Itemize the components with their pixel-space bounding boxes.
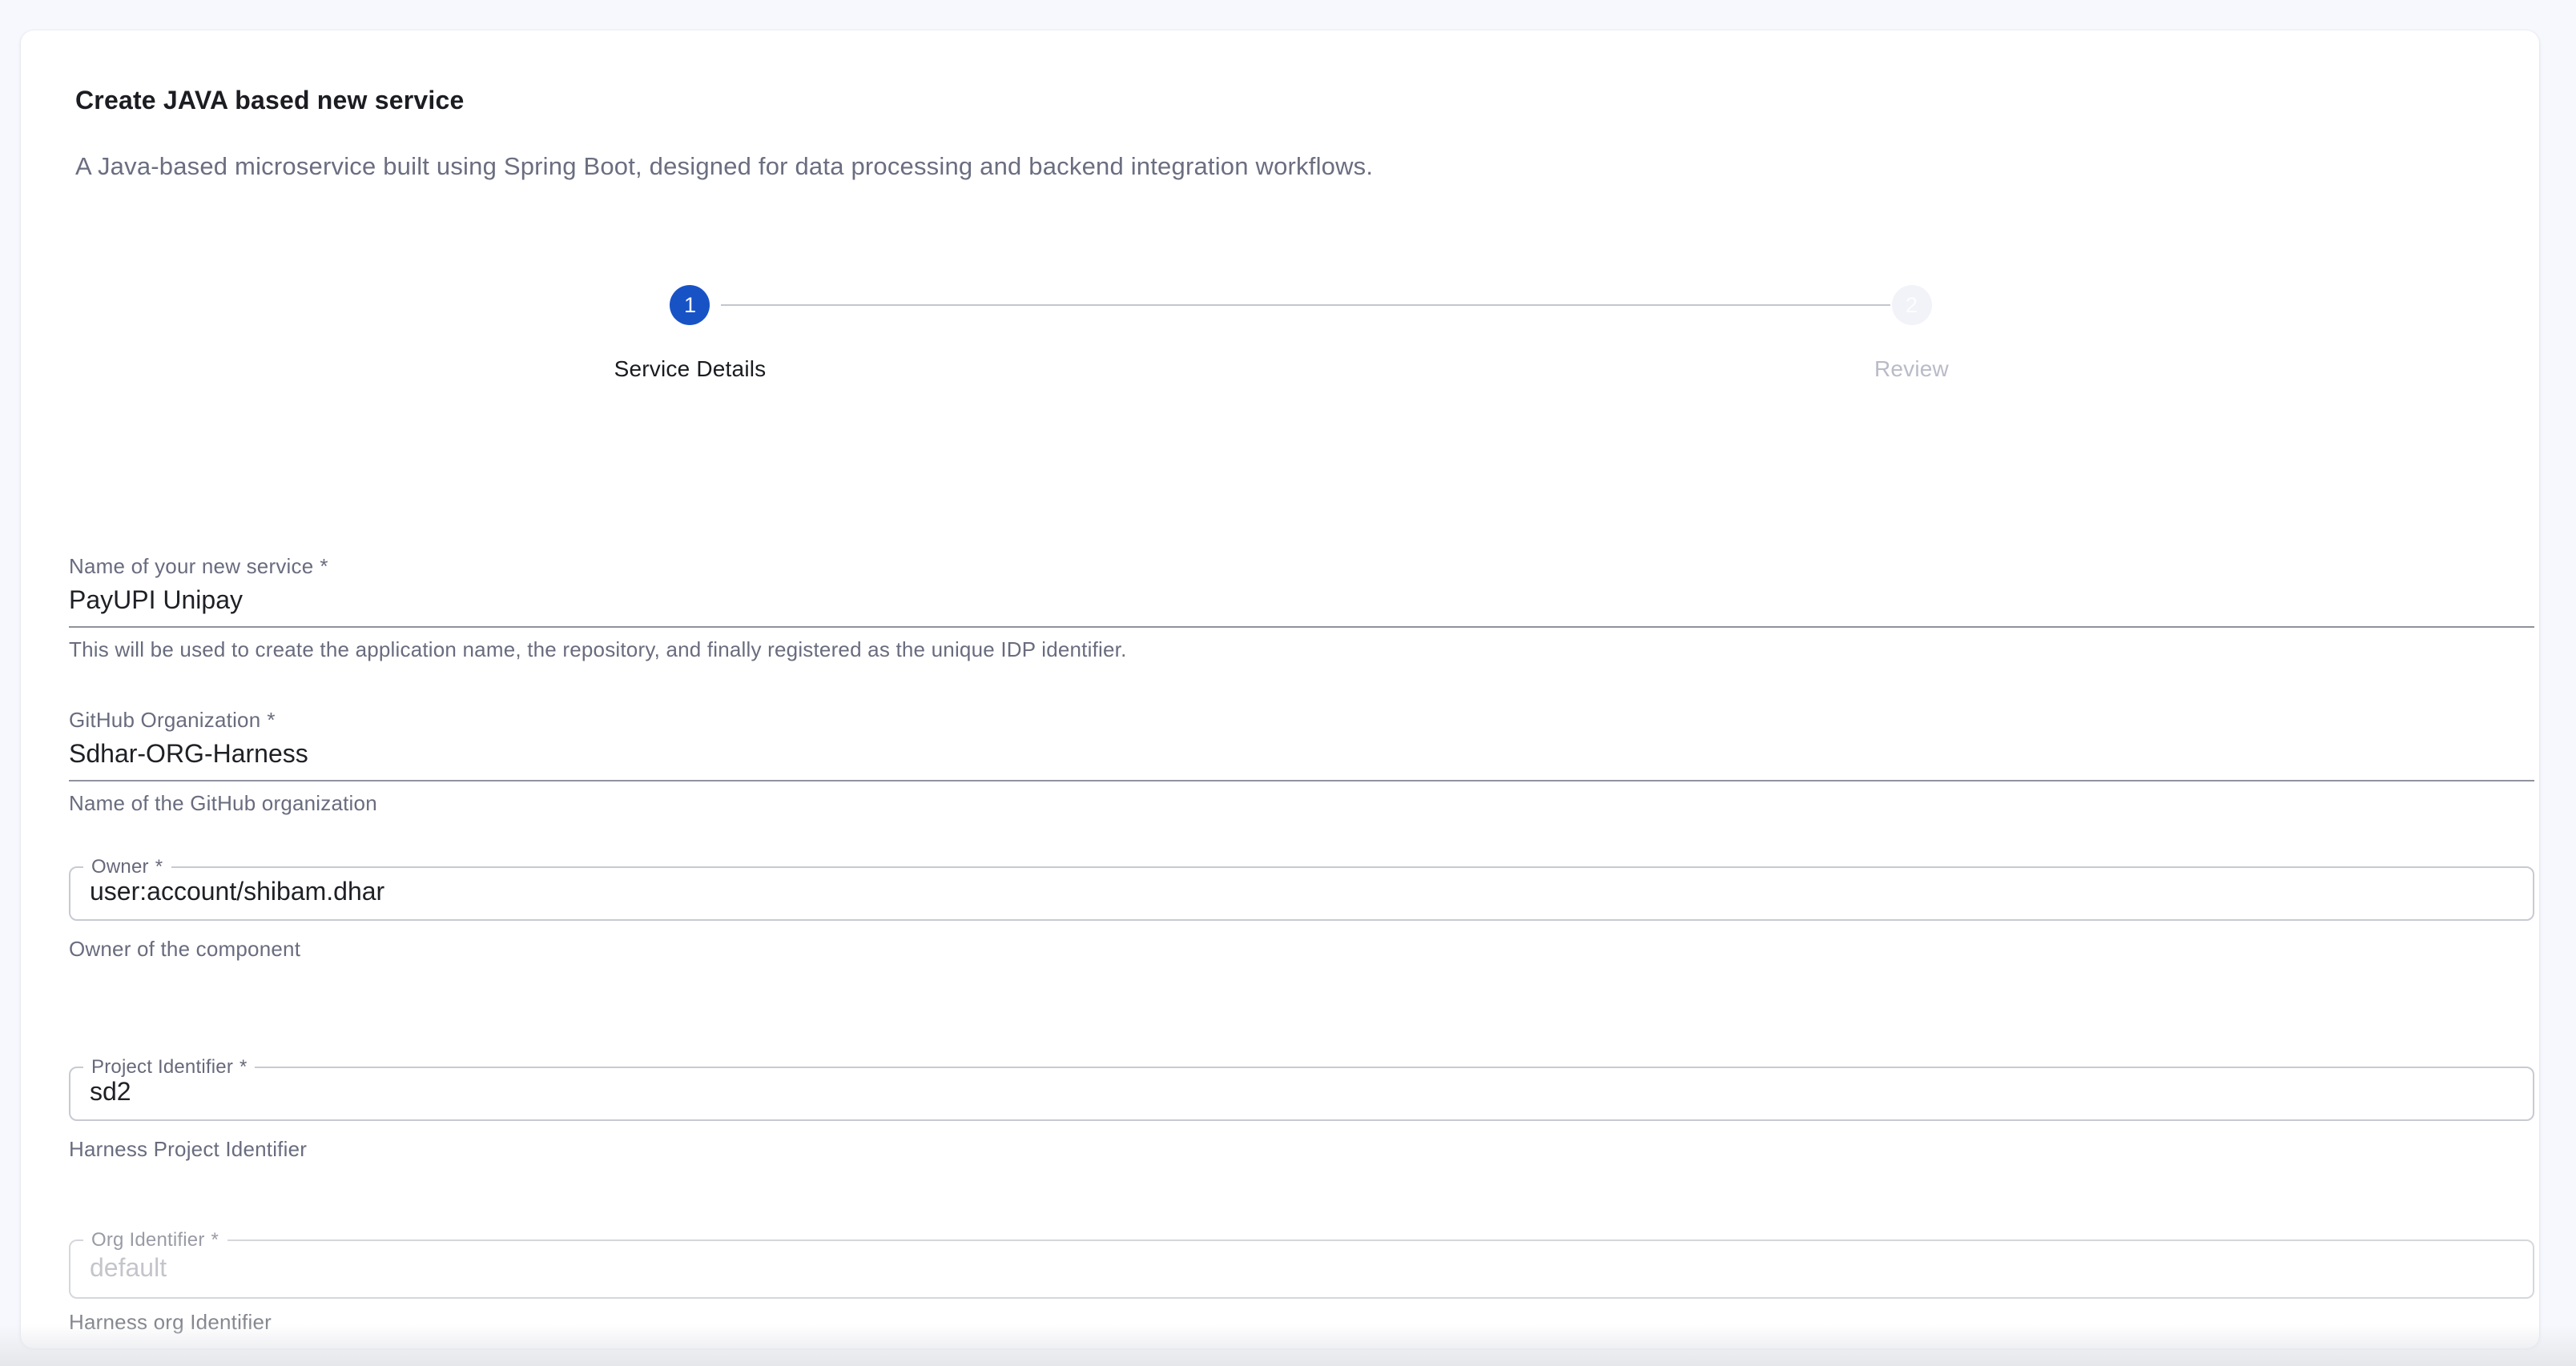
github-org-label: GitHub Organization*: [69, 707, 2534, 733]
required-asterisk: *: [320, 553, 328, 577]
create-service-card: Create JAVA based new service A Java-bas…: [21, 30, 2539, 1348]
service-name-helper: This will be used to create the applicat…: [69, 637, 2534, 662]
project-identifier-label: Project Identifier*: [83, 1055, 256, 1079]
step-1-label: Service Details: [614, 356, 767, 381]
owner-input[interactable]: [70, 868, 2533, 919]
org-identifier-field-box: Org Identifier*: [69, 1239, 2534, 1299]
required-asterisk: *: [267, 707, 275, 731]
project-identifier-input[interactable]: [70, 1067, 2533, 1119]
owner-helper: Owner of the component: [69, 937, 2534, 962]
github-org-helper: Name of the GitHub organization: [69, 790, 2534, 816]
required-asterisk: *: [239, 1055, 248, 1077]
required-asterisk: *: [211, 1228, 219, 1251]
page-title: Create JAVA based new service: [75, 87, 464, 116]
step-2-label: Review: [1874, 356, 1949, 381]
service-name-label: Name of your new service*: [69, 553, 2534, 579]
owner-field-box: Owner*: [69, 866, 2534, 921]
project-identifier-helper: Harness Project Identifier: [69, 1136, 2534, 1162]
project-identifier-field-box: Project Identifier*: [69, 1066, 2534, 1120]
step-service-details: 1 Service Details: [79, 285, 1301, 381]
required-asterisk: *: [155, 855, 163, 878]
stepper: 1 Service Details 2 Review: [79, 285, 2522, 381]
owner-label: Owner*: [83, 855, 171, 879]
github-org-input[interactable]: [69, 741, 2534, 781]
step-1-indicator: 1: [670, 285, 710, 325]
page-viewport: Create JAVA based new service A Java-bas…: [0, 0, 2576, 1366]
stepper-connector-line: [721, 303, 1891, 306]
org-identifier-helper: Harness org Identifier: [69, 1310, 2534, 1336]
service-name-field: Name of your new service* This will be u…: [69, 553, 2534, 662]
github-org-field: GitHub Organization* Name of the GitHub …: [69, 707, 2534, 816]
org-identifier-label: Org Identifier*: [83, 1228, 227, 1252]
page-description: A Java-based microservice built using Sp…: [75, 153, 1373, 182]
step-2-number: 2: [1906, 293, 1918, 317]
org-identifier-input[interactable]: [70, 1241, 2533, 1297]
service-name-input[interactable]: [69, 587, 2534, 627]
step-review: 2 Review: [1301, 285, 2522, 381]
step-2-indicator: 2: [1892, 285, 1932, 325]
step-1-number: 1: [684, 293, 696, 317]
